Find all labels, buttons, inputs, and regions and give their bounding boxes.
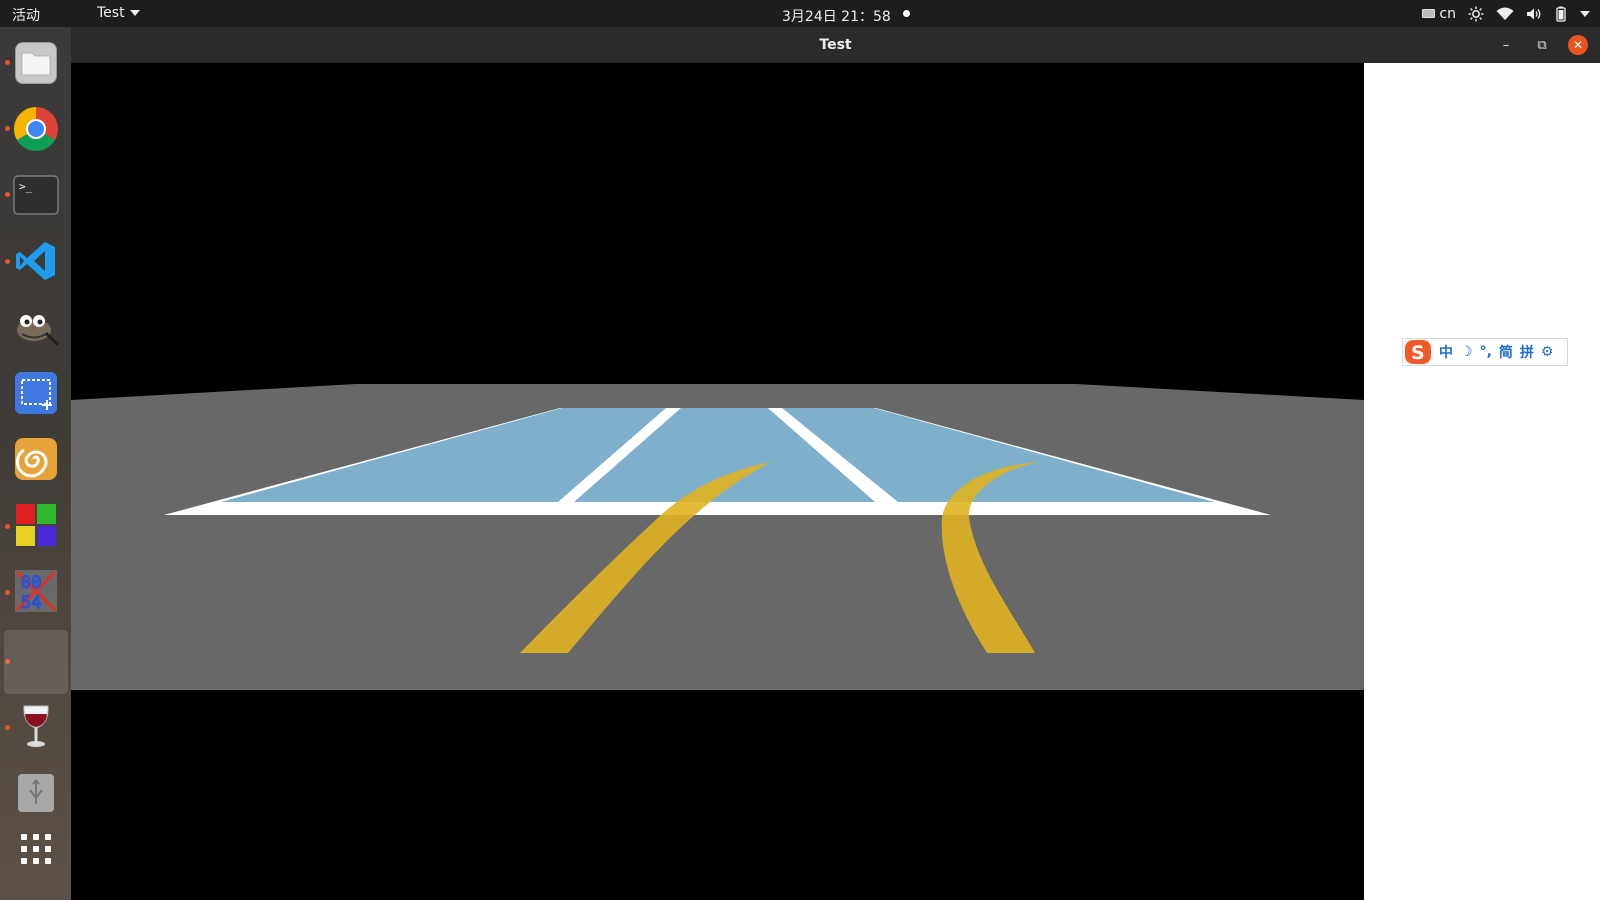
dock-color-tiles[interactable]	[10, 499, 62, 551]
dock-charmap[interactable]: 00 54	[10, 565, 62, 617]
ime-toolbar[interactable]: S 中 ☽ °, 简 拼 ⚙	[1402, 338, 1568, 366]
svg-text:>_: >_	[19, 180, 33, 193]
folder-icon	[15, 42, 57, 84]
render-canvas[interactable]	[71, 63, 1364, 900]
chevron-down-icon	[129, 10, 140, 16]
swirl-icon	[15, 438, 57, 480]
system-tray[interactable]: cn	[1410, 0, 1590, 27]
app-grid-icon	[21, 834, 51, 864]
screenshot-icon	[15, 372, 57, 414]
battery-icon[interactable]	[1554, 6, 1568, 22]
app-window: Test – ⧉ ✕	[71, 27, 1600, 900]
sogou-logo-text: S	[1411, 342, 1425, 364]
tiles-icon	[16, 504, 56, 546]
minimize-button[interactable]: –	[1496, 35, 1516, 55]
wine-glass-icon	[23, 705, 49, 747]
brightness-icon[interactable]	[1468, 6, 1484, 22]
window-titlebar[interactable]: Test – ⧉ ✕	[71, 27, 1600, 63]
window-controls: – ⧉ ✕	[1496, 35, 1588, 55]
chrome-icon	[14, 107, 58, 151]
dock: >_ 00 54	[0, 27, 71, 900]
dock-wine[interactable]	[10, 701, 62, 753]
charmap-icon: 00 54	[15, 570, 57, 614]
terminal-icon: >_	[13, 175, 59, 215]
road-scene	[71, 63, 1364, 900]
dock-usb[interactable]	[10, 767, 62, 819]
notification-dot-icon	[903, 10, 910, 17]
clock[interactable]: 3月24日 21：58	[782, 6, 891, 26]
dock-chrome[interactable]	[10, 103, 62, 155]
ime-chinese-mode[interactable]: 中	[1439, 342, 1453, 362]
gimp-icon	[17, 315, 60, 347]
dock-meld[interactable]	[10, 433, 62, 485]
vscode-icon	[16, 242, 55, 280]
punctuation-icon[interactable]: °,	[1480, 344, 1492, 360]
window-title: Test	[819, 37, 852, 53]
dock-vscode[interactable]	[10, 235, 62, 287]
system-menu-caret-icon[interactable]	[1580, 10, 1590, 17]
input-method-label: cn	[1439, 5, 1456, 22]
charmap-text-bottom: 54	[21, 593, 41, 613]
app-menu[interactable]: Test	[97, 5, 140, 21]
volume-icon[interactable]	[1526, 7, 1542, 21]
wifi-icon[interactable]	[1496, 7, 1514, 21]
gear-icon[interactable]: ⚙	[1541, 344, 1554, 360]
ime-simplified[interactable]: 简	[1499, 342, 1513, 362]
top-panel: 活动 Test 3月24日 21：58 cn	[0, 0, 1600, 27]
activities-button[interactable]: 活动	[12, 5, 40, 25]
dock-terminal[interactable]: >_	[10, 169, 62, 221]
moon-icon[interactable]: ☽	[1460, 344, 1473, 360]
dock-files[interactable]	[10, 37, 62, 89]
ime-pinyin[interactable]: 拼	[1520, 342, 1534, 362]
dock-gimp[interactable]	[10, 301, 62, 353]
dock-show-apps[interactable]	[10, 823, 62, 875]
input-method-indicator[interactable]: cn	[1422, 6, 1456, 22]
close-button[interactable]: ✕	[1568, 35, 1588, 55]
keyboard-icon	[1422, 9, 1436, 18]
usb-icon	[18, 774, 54, 812]
maximize-button[interactable]: ⧉	[1532, 35, 1552, 55]
charmap-text-top: 00	[21, 573, 41, 593]
sogou-logo-icon: S	[1405, 340, 1431, 364]
dock-screenshot[interactable]	[10, 367, 62, 419]
app-menu-label: Test	[97, 5, 125, 21]
side-panel	[1364, 63, 1600, 900]
dock-test-app[interactable]	[4, 630, 68, 694]
